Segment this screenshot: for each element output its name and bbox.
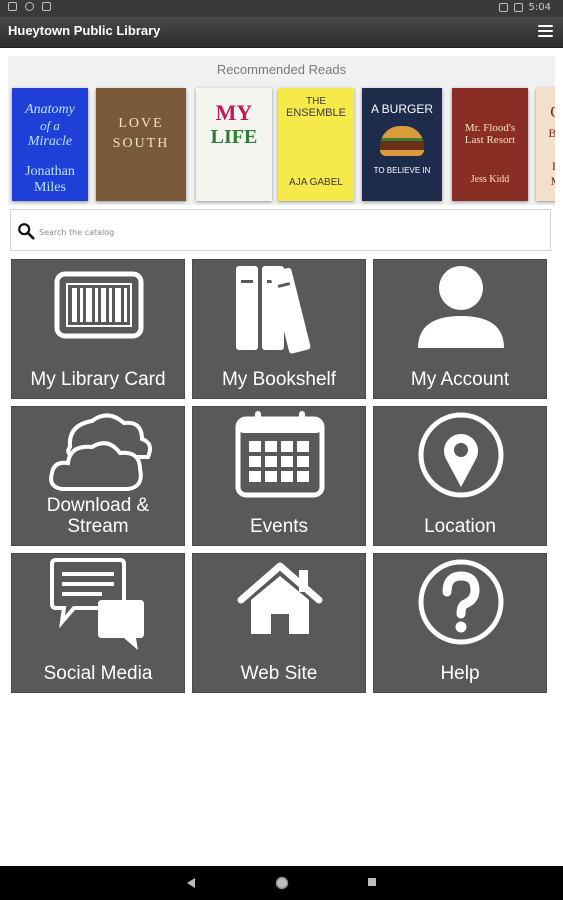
hamburger-icon: [538, 25, 553, 27]
question-mark-icon: [418, 559, 504, 645]
download-stream-button[interactable]: Download & Stream: [11, 406, 185, 546]
back-icon[interactable]: [186, 877, 196, 889]
home-icon: [237, 562, 323, 634]
tile-label-line2: Stream: [67, 516, 129, 537]
wifi-icon: [498, 3, 508, 12]
book-cover-6[interactable]: Mr. Flood's Last Resort Jess Kidd: [452, 88, 528, 201]
burger-illustration: [380, 126, 424, 156]
recents-icon[interactable]: [367, 877, 377, 887]
calendar-icon: [235, 411, 325, 498]
system-nav-bar: [0, 866, 563, 900]
my-account-button[interactable]: My Account: [373, 259, 547, 399]
location-button[interactable]: Location: [373, 406, 547, 546]
book-cover-2[interactable]: LOVE SOUTH: [96, 88, 186, 201]
tile-label: Social Media: [43, 663, 153, 684]
barcode-card-icon: [54, 271, 144, 339]
menu-button[interactable]: [538, 25, 553, 38]
tile-label: My Bookshelf: [221, 369, 337, 390]
search-icon: [18, 223, 35, 240]
tile-label: My Library Card: [30, 369, 166, 390]
battery-icon: [513, 3, 523, 12]
chat-bubbles-icon: [50, 558, 144, 650]
recommended-reads-panel: Recommended Reads Anatomy of a Miracle J…: [8, 56, 555, 205]
map-pin-icon: [418, 412, 504, 498]
book-cover-4[interactable]: THE ENSEMBLE AJA GABEL: [278, 88, 354, 201]
events-button[interactable]: Events: [192, 406, 366, 546]
my-bookshelf-button[interactable]: My Bookshelf: [192, 259, 366, 399]
storage-icon: [42, 2, 51, 11]
web-site-button[interactable]: Web Site: [192, 553, 366, 693]
status-time: 5:04: [528, 2, 551, 13]
tile-label: My Account: [410, 369, 510, 390]
tile-label: Help: [440, 663, 480, 684]
sync-icon: [25, 2, 34, 11]
home-nav-icon[interactable]: [275, 876, 289, 890]
tile-label: Web Site: [240, 663, 318, 684]
cloud-icon: [49, 413, 152, 491]
tile-label: Events: [249, 516, 309, 537]
help-button[interactable]: Help: [373, 553, 547, 693]
my-library-card-button[interactable]: My Library Card: [11, 259, 185, 399]
book-cover-5[interactable]: A BURGER TO BELIEVE IN: [362, 88, 442, 201]
app-title: Hueytown Public Library: [8, 23, 161, 38]
books-icon: [236, 266, 311, 354]
tile-label-line1: Download &: [46, 495, 150, 516]
app-bar: Hueytown Public Library: [0, 17, 563, 48]
search-input[interactable]: [37, 222, 541, 242]
book-cover-7[interactable]: O BE R M: [536, 88, 555, 201]
book-cover-3[interactable]: MY LIFE: [196, 88, 272, 201]
social-media-button[interactable]: Social Media: [11, 553, 185, 693]
book-cover-1[interactable]: Anatomy of a Miracle Jonathan Miles: [12, 88, 88, 201]
catalog-search[interactable]: [10, 209, 551, 251]
notification-icon: [8, 2, 17, 11]
user-icon: [418, 266, 504, 348]
recommended-reads-title: Recommended Reads: [216, 62, 347, 77]
tile-label: Location: [424, 516, 496, 537]
status-bar: 5:04: [0, 0, 563, 17]
